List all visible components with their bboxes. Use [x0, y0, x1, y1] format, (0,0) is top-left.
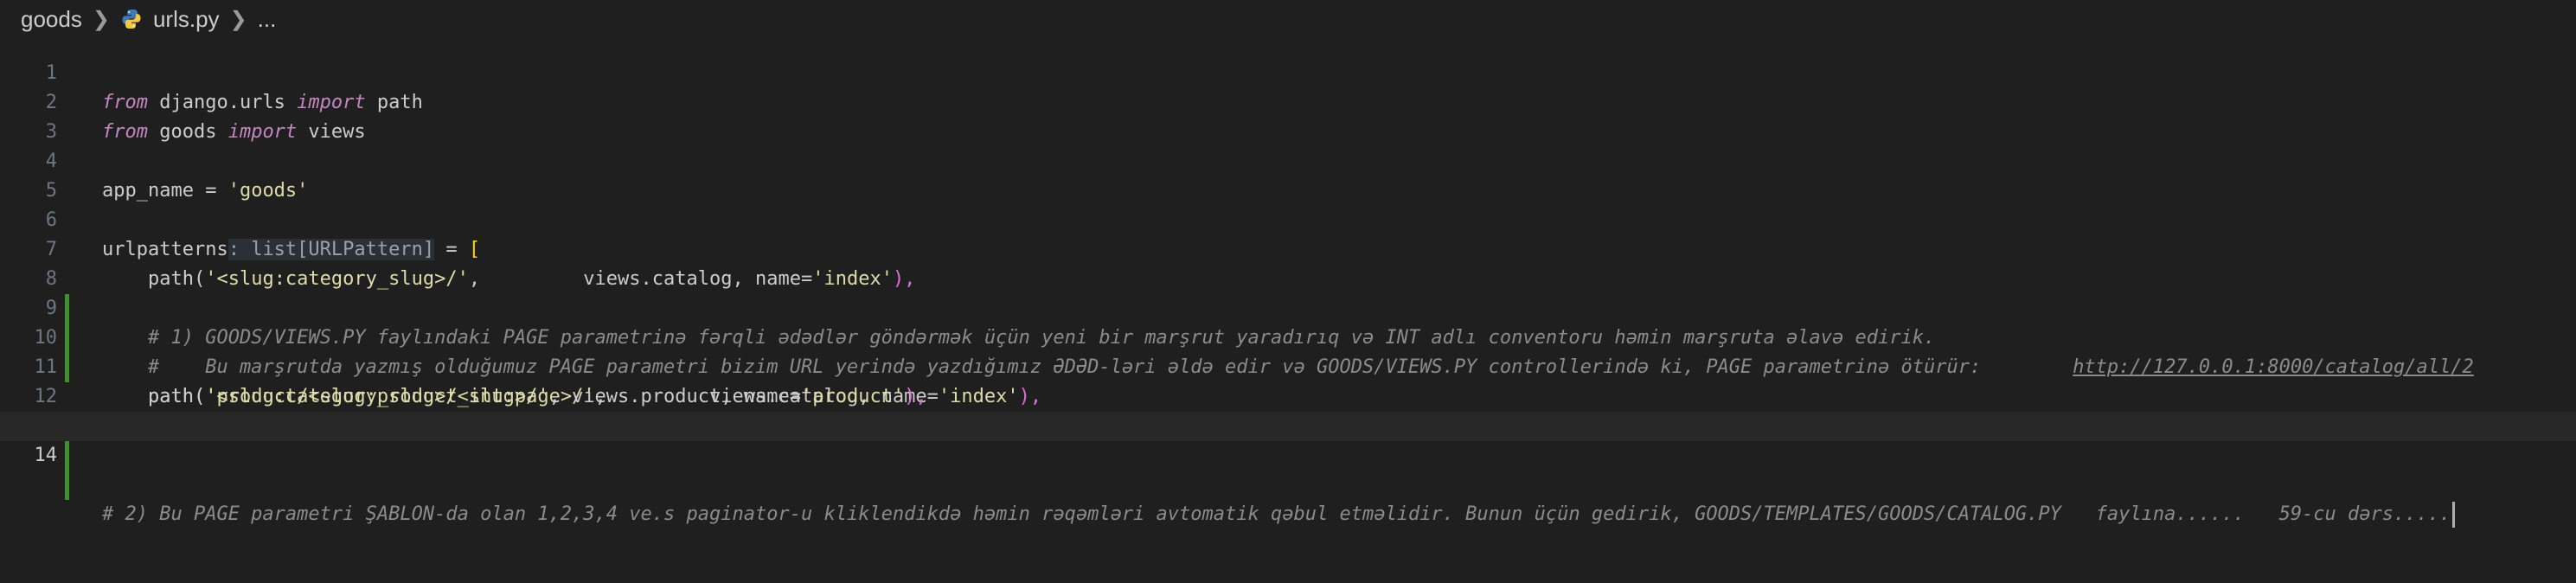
code-line[interactable]: 4 app_name = 'goods' [0, 118, 2576, 202]
python-icon [120, 8, 143, 30]
breadcrumb-file[interactable]: urls.py [153, 6, 220, 33]
comment: # 2) Bu PAGE parametri ŞABLON-da olan 1,… [102, 503, 2451, 525]
code-line[interactable]: 2 from goods import views [0, 59, 2576, 143]
code-line[interactable]: 11 path('product/<slug:product_slug>/', … [0, 324, 2576, 407]
modified-line-indicator[interactable] [65, 471, 69, 500]
breadcrumb-folder[interactable]: goods [21, 6, 82, 33]
code-line[interactable]: 3 [0, 88, 2576, 143]
code-line[interactable]: 1 from django.urls import path [0, 29, 2576, 113]
line-number: 14 [34, 445, 58, 466]
code-line[interactable]: 10 path('<slug:category_slug>/<int:page>… [0, 294, 2576, 407]
chevron-right-icon: ❯ [229, 7, 247, 31]
code-text[interactable]: # 2) Bu PAGE parametri ŞABLON-da olan 1,… [102, 500, 2456, 529]
text-cursor [2452, 502, 2456, 528]
code-line[interactable]: 9 # Bu marşrutda yazmış olduğumuz PAGE p… [0, 265, 2576, 378]
modified-line-indicator[interactable] [65, 441, 69, 471]
code-line[interactable]: 12 ] [0, 353, 2576, 437]
breadcrumb-more[interactable]: ... [258, 6, 277, 33]
code-line[interactable]: 8 # 1) GOODS/VIEWS.PY faylındaki PAGE pa… [0, 235, 2576, 349]
code-line[interactable]: 13 [0, 382, 2576, 471]
chevron-right-icon: ❯ [92, 7, 110, 31]
code-line[interactable]: 7 path('<slug:category_slug>/', views.ca… [0, 206, 2576, 290]
code-line[interactable]: 5 [0, 147, 2576, 202]
code-line[interactable]: 6 urlpatterns: list[URLPattern] = [ [0, 176, 2576, 260]
code-line-current[interactable]: 14 # 2) Bu PAGE parametri ŞABLON-da olan… [0, 412, 2576, 528]
